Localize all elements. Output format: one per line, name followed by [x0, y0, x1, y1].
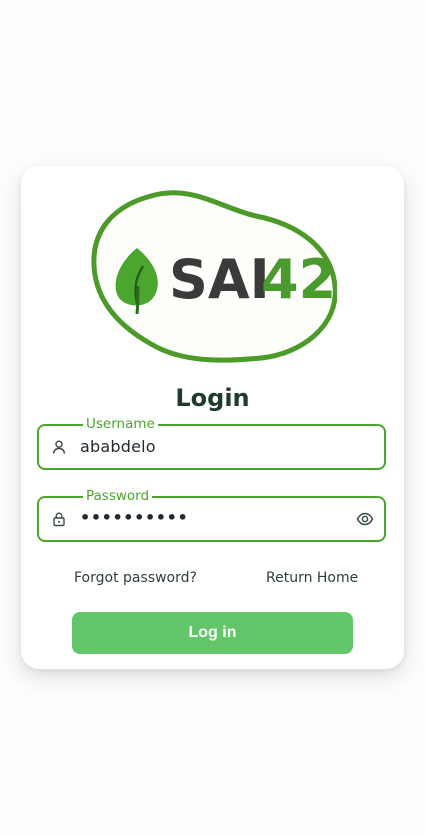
page-title: Login: [175, 384, 250, 412]
lock-icon: [53, 512, 65, 527]
return-home-link[interactable]: Return Home: [266, 570, 358, 586]
password-label: Password: [83, 488, 153, 504]
username-label: Username: [83, 416, 158, 432]
login-button[interactable]: Log in: [72, 612, 353, 654]
forgot-password-link[interactable]: Forgot password?: [74, 570, 197, 586]
auth-links: Forgot password? Return Home: [21, 570, 404, 588]
username-input[interactable]: ababdelo: [80, 438, 156, 456]
user-icon: [52, 440, 66, 454]
password-input[interactable]: ••••••••••: [80, 509, 188, 527]
sai42-logo: SAI 42: [91, 190, 337, 363]
username-field[interactable]: Username ababdelo: [37, 416, 386, 470]
logo-text-42: 42: [261, 248, 336, 311]
password-field[interactable]: Password ••••••••••: [37, 488, 386, 542]
login-card: SAI 42 Login Username ababdelo Password …: [21, 166, 404, 669]
logo-text-sai: SAI: [169, 248, 270, 311]
show-password-eye-icon[interactable]: [356, 510, 374, 528]
